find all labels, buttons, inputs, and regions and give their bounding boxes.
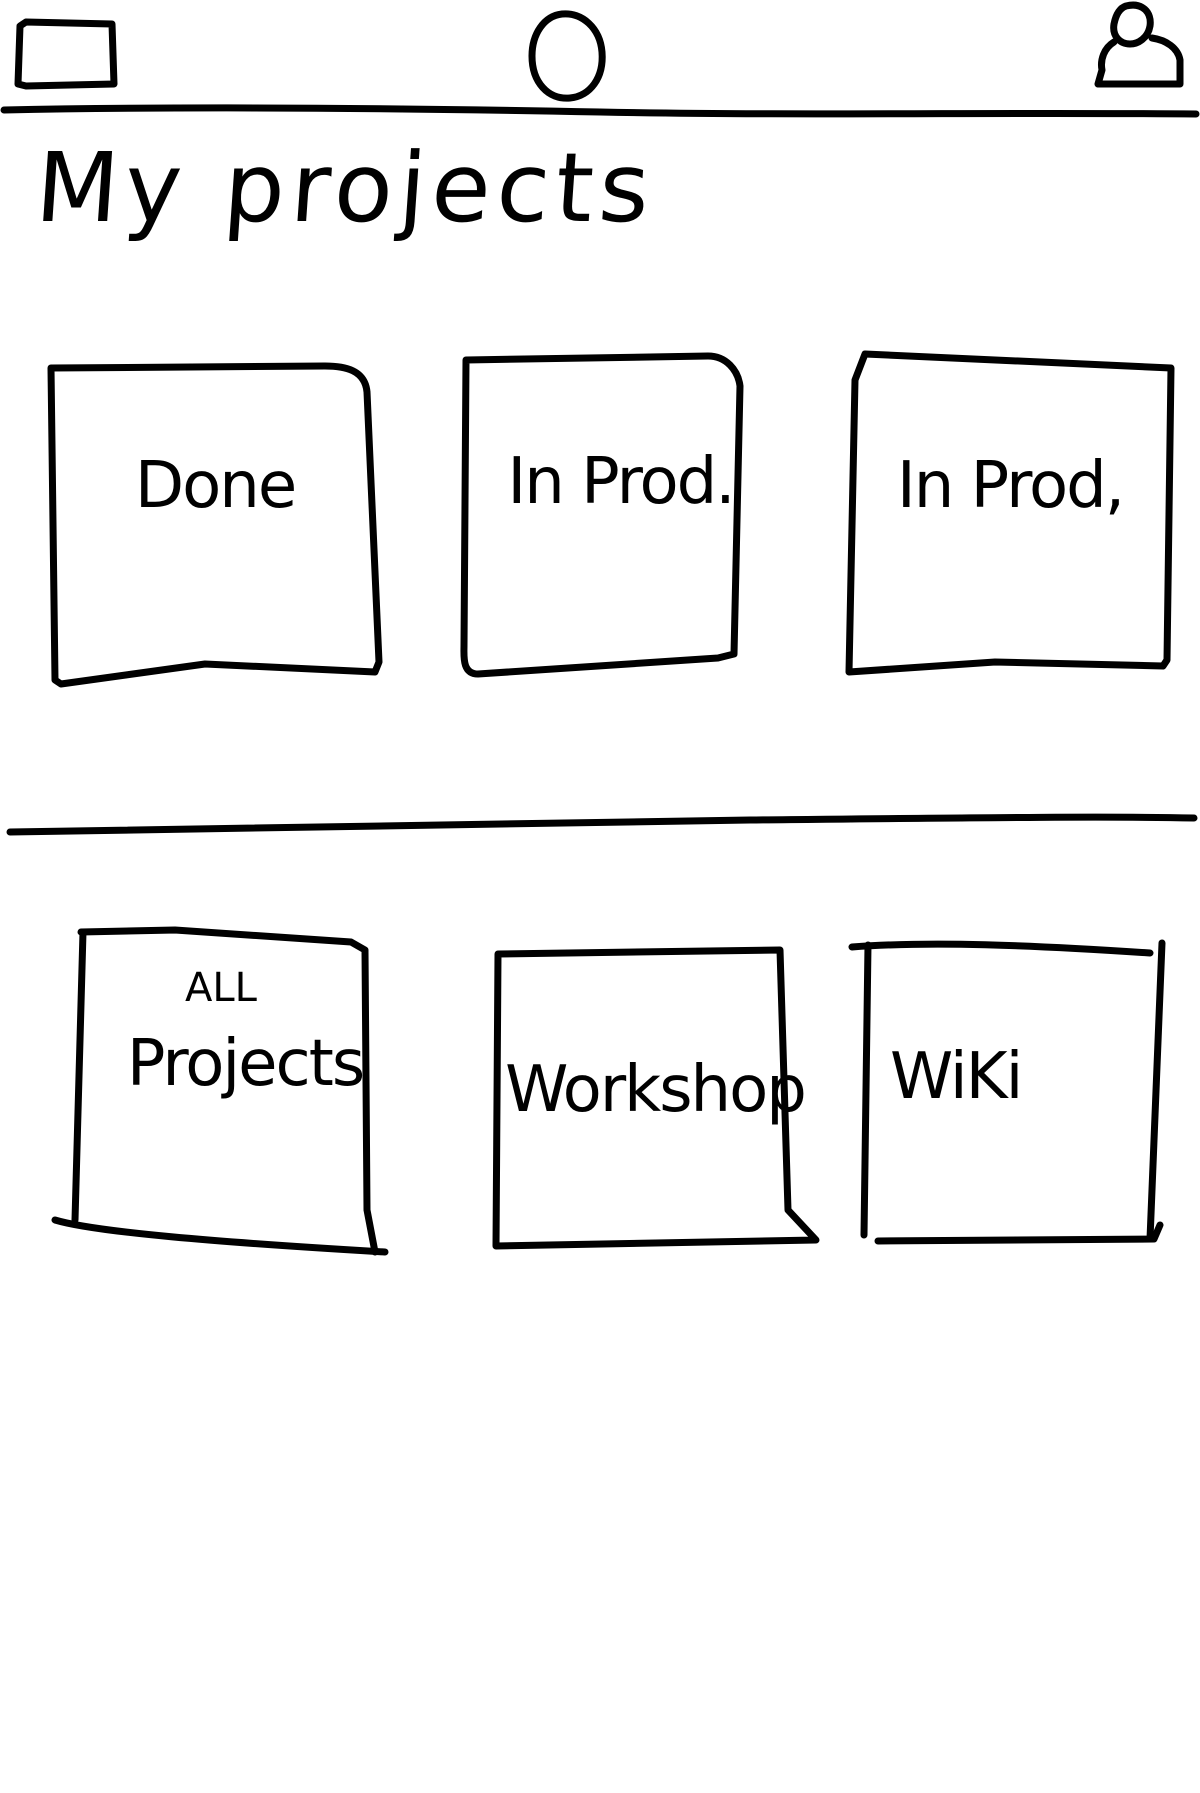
page-title: My projects [32,132,660,244]
workshop-tile[interactable]: Workshop [490,946,820,1250]
all-projects-tile[interactable]: ALL Projects [51,920,435,1265]
tile-label: In Prod. [507,445,735,519]
project-tile-in-prod-2[interactable]: In Prod, [845,350,1175,680]
tile-label: Done [134,449,297,523]
tile-label: Workshop [505,1053,807,1127]
profile-icon[interactable] [1080,0,1190,92]
project-tile-in-prod-1[interactable]: In Prod. [458,352,783,681]
home-circle-icon[interactable] [522,8,612,104]
section-divider [0,806,1200,836]
tile-label: WiKi [890,1040,1023,1114]
project-tile-done[interactable]: Done [45,362,385,688]
menu-icon[interactable] [12,14,122,94]
tile-label-top: ALL [185,965,257,1011]
wiki-tile[interactable]: WiKi [848,935,1180,1255]
tile-label: Projects [126,1027,365,1101]
header-divider [0,96,1200,126]
tile-label: In Prod, [896,449,1125,523]
